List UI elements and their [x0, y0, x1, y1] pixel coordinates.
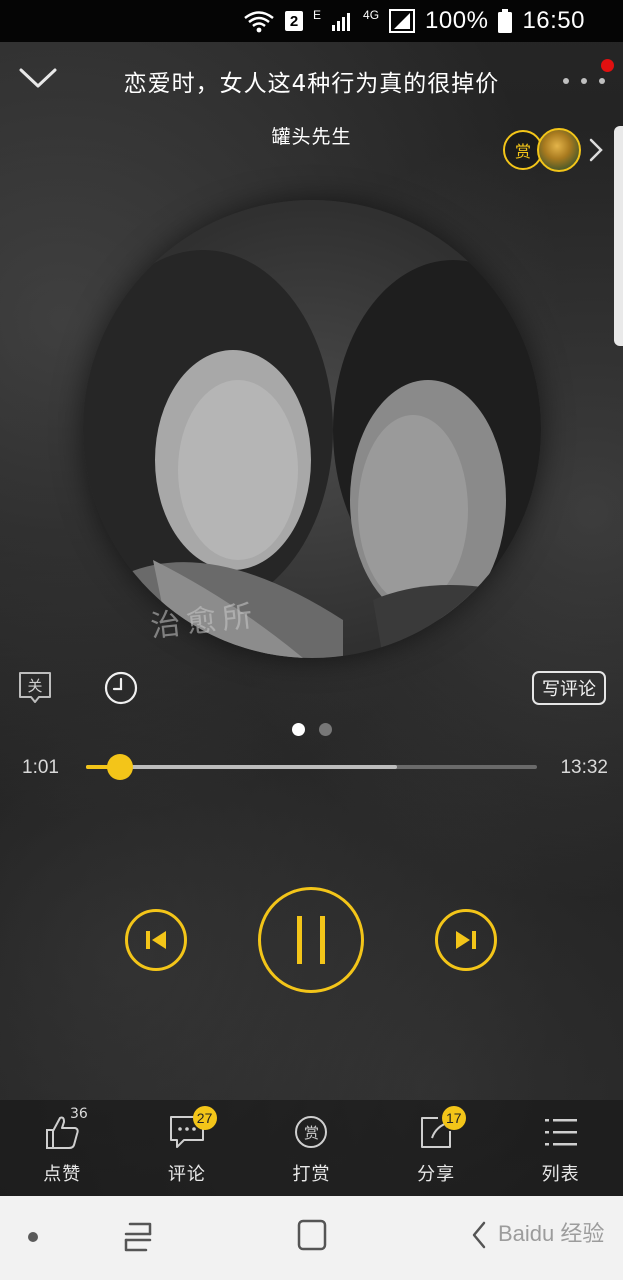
- reward-label: 打赏: [292, 1164, 331, 1185]
- home-icon: [297, 1219, 327, 1251]
- share-label: 分享: [417, 1164, 456, 1185]
- more-dot: [563, 78, 569, 84]
- total-time: 13:32: [560, 757, 608, 778]
- comment-label: 评论: [167, 1164, 206, 1185]
- share-button[interactable]: 17 分享: [374, 1100, 499, 1196]
- battery-percentage: 100%: [425, 7, 489, 34]
- recents-icon: [124, 1222, 152, 1252]
- pager-dots: [0, 723, 623, 736]
- more-button[interactable]: [563, 68, 605, 94]
- more-dot: [599, 78, 605, 84]
- pause-button[interactable]: [258, 887, 364, 993]
- like-count: 36: [70, 1106, 88, 1122]
- like-button[interactable]: 36 点赞: [0, 1100, 125, 1196]
- network-4g-label: 4G: [363, 8, 380, 22]
- skip-next-icon: [456, 931, 476, 949]
- comment-button[interactable]: 27 评论: [125, 1100, 250, 1196]
- collapse-button[interactable]: [14, 58, 62, 98]
- current-time: 1:01: [22, 757, 59, 778]
- system-nav-bar: Baidu 经验: [0, 1196, 623, 1280]
- page-title: 恋爱时，女人这4种行为真的很掉价: [123, 71, 500, 97]
- baidu-watermark: Baidu 经验: [498, 1221, 605, 1246]
- write-comment-label: 写评论: [542, 679, 596, 700]
- scroll-handle[interactable]: [614, 126, 623, 346]
- clock: 16:50: [522, 7, 585, 34]
- reward-button[interactable]: 赏 打赏: [249, 1100, 374, 1196]
- playlist-button[interactable]: 列表: [498, 1100, 623, 1196]
- comment-count-badge: 27: [192, 1106, 217, 1130]
- like-label: 点赞: [43, 1164, 82, 1185]
- previous-button[interactable]: [125, 909, 187, 971]
- wifi-icon: [243, 9, 275, 33]
- album-cover[interactable]: [83, 200, 541, 658]
- progress-bar[interactable]: [86, 754, 537, 780]
- toggle-label: 关: [27, 677, 43, 695]
- album-photo: [83, 200, 541, 658]
- nav-dot-icon[interactable]: [28, 1232, 38, 1242]
- reward-supporters[interactable]: 赏: [503, 128, 605, 172]
- signal-box-icon: [389, 9, 416, 33]
- reward-icon: 赏: [291, 1112, 331, 1152]
- reward-icon-label: 赏: [303, 1123, 319, 1142]
- pause-icon: [297, 916, 325, 964]
- share-count-badge: 17: [441, 1106, 466, 1130]
- home-button[interactable]: [296, 1218, 328, 1252]
- status-bar: 2 E 4G 100% 16:50: [0, 0, 623, 42]
- list-icon: [541, 1112, 581, 1152]
- signal-icon: [331, 10, 353, 32]
- sleep-timer-button[interactable]: [104, 671, 138, 705]
- sim-badge: 2: [285, 11, 304, 31]
- recents-button[interactable]: [122, 1220, 154, 1254]
- pager-dot-active[interactable]: [291, 723, 305, 736]
- notification-dot: [601, 59, 614, 72]
- skip-previous-icon: [146, 931, 166, 949]
- player-header: 恋爱时，女人这4种行为真的很掉价: [0, 42, 623, 122]
- progress-thumb[interactable]: [106, 754, 133, 780]
- network-e-label: E: [313, 8, 322, 22]
- chevron-down-icon: [19, 68, 57, 88]
- chevron-right-icon: [587, 136, 605, 164]
- clock-icon: [104, 671, 138, 705]
- comments-toggle-button[interactable]: 关: [17, 671, 53, 705]
- battery-icon: [498, 9, 513, 33]
- next-button[interactable]: [435, 909, 497, 971]
- action-bar: 36 点赞 27 评论 赏 打赏 17 分享 列表: [0, 1100, 623, 1196]
- more-dot: [581, 78, 587, 84]
- write-comment-button[interactable]: 写评论: [532, 671, 606, 705]
- pager-dot[interactable]: [318, 723, 332, 736]
- playlist-label: 列表: [541, 1164, 580, 1185]
- avatar: [537, 128, 581, 172]
